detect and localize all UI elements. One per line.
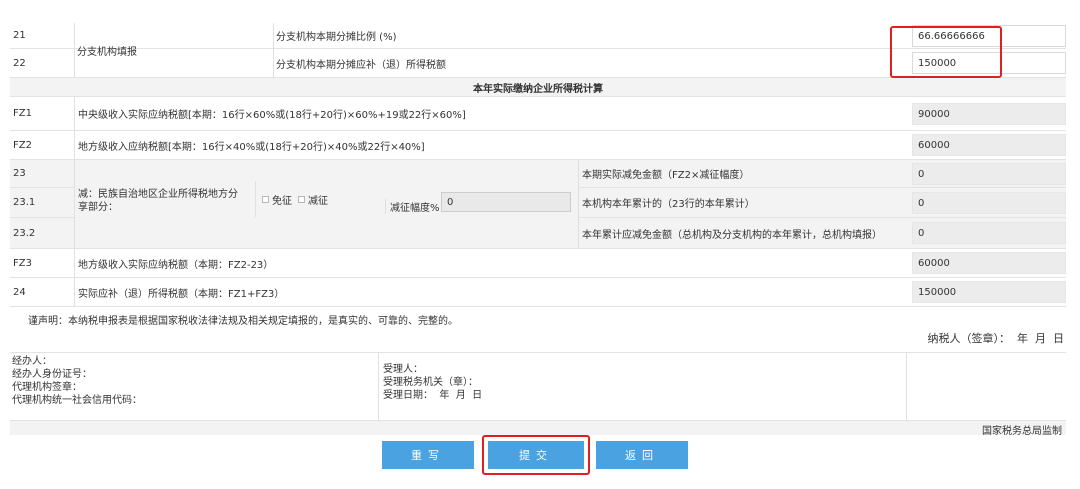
submit-highlight-box [482, 435, 590, 475]
row-label: 地方级收入实际应纳税额（本期：FZ2-23） [74, 249, 904, 277]
reduce-rate-label: 减征幅度% [385, 199, 440, 214]
handler-id-line: 经办人身份证号： [12, 369, 92, 380]
row-number: 24 [13, 286, 26, 298]
row-number: 23.2 [13, 227, 36, 239]
row-number: FZ1 [13, 108, 32, 119]
row-number: FZ2 [13, 139, 32, 151]
row-number: 23.1 [13, 197, 36, 208]
fz3-value: 60000 [912, 252, 1066, 274]
row-number: FZ3 [13, 257, 32, 269]
reduce-rate-input[interactable]: 0 [441, 192, 571, 212]
reduce-label: 减征 [308, 195, 328, 207]
reduce-checkbox[interactable] [298, 195, 305, 203]
row-fz2: FZ2 地方级收入应纳税额[本期：16行×40%或(18行+20行)×40%或2… [10, 131, 1066, 160]
agency-credit-code-line: 代理机构统一社会信用代码： [12, 395, 142, 406]
divider [74, 23, 75, 78]
r23-value: 0 [912, 163, 1066, 185]
row-label: 分支机构本期分摊比例 (%) [276, 32, 397, 43]
exempt-option[interactable]: 免征 [262, 192, 292, 207]
receiver-info: 受理人： 受理税务机关（章）： 受理日期： 年 月 日 [383, 363, 482, 402]
back-button[interactable]: 返回 [596, 441, 688, 469]
highlight-box [890, 26, 1002, 78]
handler-info: 经办人： 经办人身份证号： 代理机构签章： 代理机构统一社会信用代码： [12, 355, 142, 407]
reduce-option[interactable]: 减征 [298, 192, 328, 207]
row-label: 本年累计应减免金额（总机构及分支机构的本年累计，总机构填报） [578, 218, 906, 248]
minority-label: 减：民族自治地区企业所得税地方分享部分： [78, 189, 238, 213]
row-label: 分支机构本期分摊应补（退）所得税额 [276, 59, 446, 71]
declaration-row: 谨声明：本纳税申报表是根据国家税收法律法规及相关规定填报的，是真实的、可靠的、完… [10, 307, 1066, 353]
section-header: 本年实际缴纳企业所得税计算 [10, 78, 1066, 97]
tax-office-line: 受理税务机关（章）： [383, 377, 478, 388]
branch-group-label: 分支机构填报 [77, 47, 137, 58]
row-label: 本期实际减免金额（FZ2×减征幅度） [578, 160, 906, 187]
agency-seal-line: 代理机构签章： [12, 382, 82, 393]
section-title: 本年实际缴纳企业所得税计算 [473, 83, 603, 95]
divider [378, 353, 379, 421]
rewrite-button[interactable]: 重写 [382, 441, 474, 469]
divider [273, 23, 274, 78]
row-label: 实际应补（退）所得税额（本期：FZ1+FZ3） [74, 278, 904, 306]
fz2-value: 60000 [912, 134, 1066, 156]
taxpayer-signature: 纳税人（签章）： 年 月 日 [927, 332, 1064, 345]
receiver-line: 受理人： [383, 364, 423, 375]
row-fz1: FZ1 中央级收入实际应纳税额[本期：16行×60%或(18行+20行)×60%… [10, 97, 1066, 131]
row-label: 地方级收入应纳税额[本期：16行×40%或(18行+20行)×40%或22行×4… [74, 131, 904, 159]
exempt-label: 免征 [272, 195, 292, 207]
row-24: 24 实际应补（退）所得税额（本期：FZ1+FZ3） 150000 [10, 278, 1066, 307]
row-label: 中央级收入实际应纳税额[本期：16行×60%或(18行+20行)×60%+19或… [74, 97, 904, 130]
exempt-reduce-options: 免征 减征 [255, 181, 334, 217]
row-number: 23 [13, 168, 26, 179]
r23-1-value: 0 [912, 192, 1066, 214]
row-label: 本机构本年累计的（23行的本年累计） [578, 188, 906, 217]
handler-line: 经办人： [12, 356, 52, 367]
row-number: 21 [13, 30, 26, 41]
footer-info-row: 经办人： 经办人身份证号： 代理机构签章： 代理机构统一社会信用代码： 受理人：… [10, 353, 1066, 421]
row-number: 22 [13, 57, 26, 69]
row-fz3: FZ3 地方级收入实际应纳税额（本期：FZ2-23） 60000 [10, 249, 1066, 278]
receive-date-line: 受理日期： 年 月 日 [383, 390, 483, 401]
minority-block: 减：民族自治地区企业所得税地方分享部分： 免征 减征 减征幅度% 0 [74, 160, 578, 248]
fz1-value: 90000 [912, 103, 1066, 125]
exempt-checkbox[interactable] [262, 195, 269, 203]
supervisor-row: 国家税务总局监制 [10, 421, 1066, 437]
r23-2-value: 0 [912, 222, 1066, 244]
r24-value: 150000 [912, 281, 1066, 303]
declaration-text: 谨声明：本纳税申报表是根据国家税收法律法规及相关规定填报的，是真实的、可靠的、完… [28, 316, 458, 327]
divider [906, 353, 907, 421]
supervisor-text: 国家税务总局监制 [982, 426, 1062, 437]
